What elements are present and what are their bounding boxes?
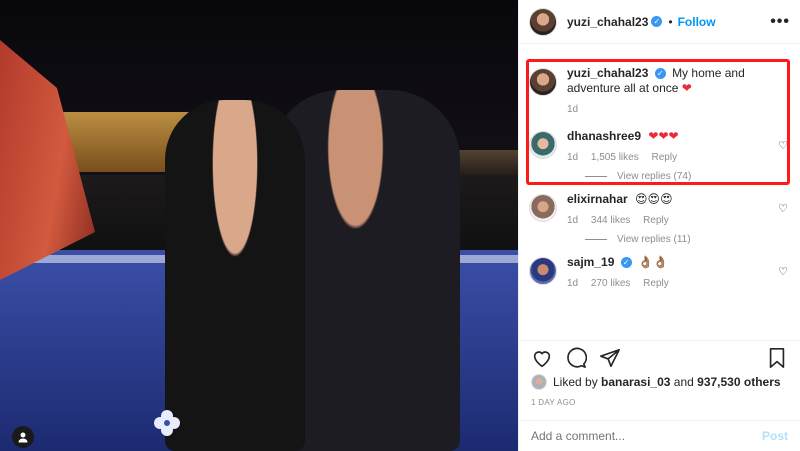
comment-username[interactable]: sajm_19 — [567, 255, 614, 269]
post-comment-button[interactable]: Post — [762, 429, 788, 443]
follow-button[interactable]: Follow — [678, 15, 716, 29]
comment-likes[interactable]: 270 likes — [591, 278, 630, 289]
post-date[interactable]: 1 DAY AGO — [531, 398, 576, 407]
comment-likes[interactable]: 344 likes — [591, 215, 630, 226]
view-replies-label: View replies (11) — [617, 234, 691, 245]
more-options-icon[interactable]: ••• — [770, 13, 790, 31]
comment-username[interactable]: elixirnahar — [567, 192, 628, 206]
verified-badge-icon: ✓ — [620, 257, 632, 269]
liker-username[interactable]: banarasi_03 — [601, 375, 670, 389]
author-avatar[interactable] — [529, 7, 557, 36]
likes-summary: Liked by banarasi_03 and 937,530 others — [531, 374, 790, 390]
caption: yuzi_chahal23 ✓ My home and adventure al… — [529, 66, 790, 115]
bookmark-icon[interactable] — [766, 347, 788, 369]
share-send-icon[interactable] — [599, 347, 621, 369]
replies-divider — [585, 176, 607, 177]
view-replies-label: View replies (74) — [617, 171, 692, 182]
comment-bubble-icon[interactable] — [565, 347, 587, 369]
caption-time[interactable]: 1d — [567, 104, 578, 115]
view-replies-button[interactable]: View replies (11) — [585, 234, 790, 245]
action-bar — [519, 340, 800, 374]
post-sidebar: yuzi_chahal23 ✓ • Follow ••• yuzi_chahal… — [518, 0, 800, 451]
comment-text: 😍😍😍 — [635, 192, 673, 206]
photo-person-woman — [165, 100, 305, 451]
add-comment-bar: Post — [519, 420, 800, 451]
reply-button[interactable]: Reply — [643, 215, 669, 226]
likes-middle: and — [673, 375, 694, 389]
comment-avatar[interactable] — [529, 131, 557, 159]
reply-button[interactable]: Reply — [652, 152, 678, 163]
like-comment-heart-icon[interactable]: ♡ — [778, 265, 788, 278]
comment-time[interactable]: 1d — [567, 152, 578, 163]
view-replies-button[interactable]: View replies (74) — [585, 171, 790, 182]
comment-item: dhanashree9 ❤❤❤ 1d 1,505 likes Reply ♡ — [529, 129, 790, 163]
liker-avatar[interactable] — [531, 374, 547, 390]
verified-badge-icon: ✓ — [651, 16, 663, 27]
caption-avatar[interactable] — [529, 68, 557, 96]
reply-button[interactable]: Reply — [643, 278, 669, 289]
likes-count[interactable]: 937,530 others — [697, 375, 780, 389]
verified-badge-icon: ✓ — [654, 68, 666, 80]
replies-divider — [585, 239, 607, 240]
caption-username[interactable]: yuzi_chahal23 — [567, 66, 648, 80]
user-tag-icon[interactable] — [12, 426, 34, 448]
comment-avatar[interactable] — [529, 257, 557, 285]
comments-list[interactable]: yuzi_chahal23 ✓ My home and adventure al… — [519, 44, 800, 340]
comment-item: sajm_19 ✓ 👌🏽👌🏽 1d 270 likes Reply ♡ — [529, 255, 790, 289]
comment-time[interactable]: 1d — [567, 215, 578, 226]
post-photo[interactable] — [0, 0, 518, 451]
comment-text: ❤❤❤ — [648, 129, 679, 143]
instagram-post: yuzi_chahal23 ✓ • Follow ••• yuzi_chahal… — [0, 0, 800, 451]
comment-avatar[interactable] — [529, 194, 557, 222]
like-heart-icon[interactable] — [531, 347, 553, 369]
heart-emoji: ❤ — [681, 81, 692, 95]
author-username[interactable]: yuzi_chahal23 — [567, 15, 648, 29]
like-comment-heart-icon[interactable]: ♡ — [778, 202, 788, 215]
add-comment-input[interactable] — [531, 429, 762, 443]
comment-username[interactable]: dhanashree9 — [567, 129, 641, 143]
comment-likes[interactable]: 1,505 likes — [591, 152, 639, 163]
post-header: yuzi_chahal23 ✓ • Follow ••• — [519, 0, 800, 44]
comment-time[interactable]: 1d — [567, 278, 578, 289]
deck-flower-icon — [154, 410, 180, 436]
header-separator: • — [668, 14, 673, 29]
comment-item: elixirnahar 😍😍😍 1d 344 likes Reply ♡ — [529, 192, 790, 226]
like-comment-heart-icon[interactable]: ♡ — [778, 139, 788, 152]
comment-text: 👌🏽👌🏽 — [638, 255, 668, 269]
likes-prefix: Liked by — [553, 375, 598, 389]
